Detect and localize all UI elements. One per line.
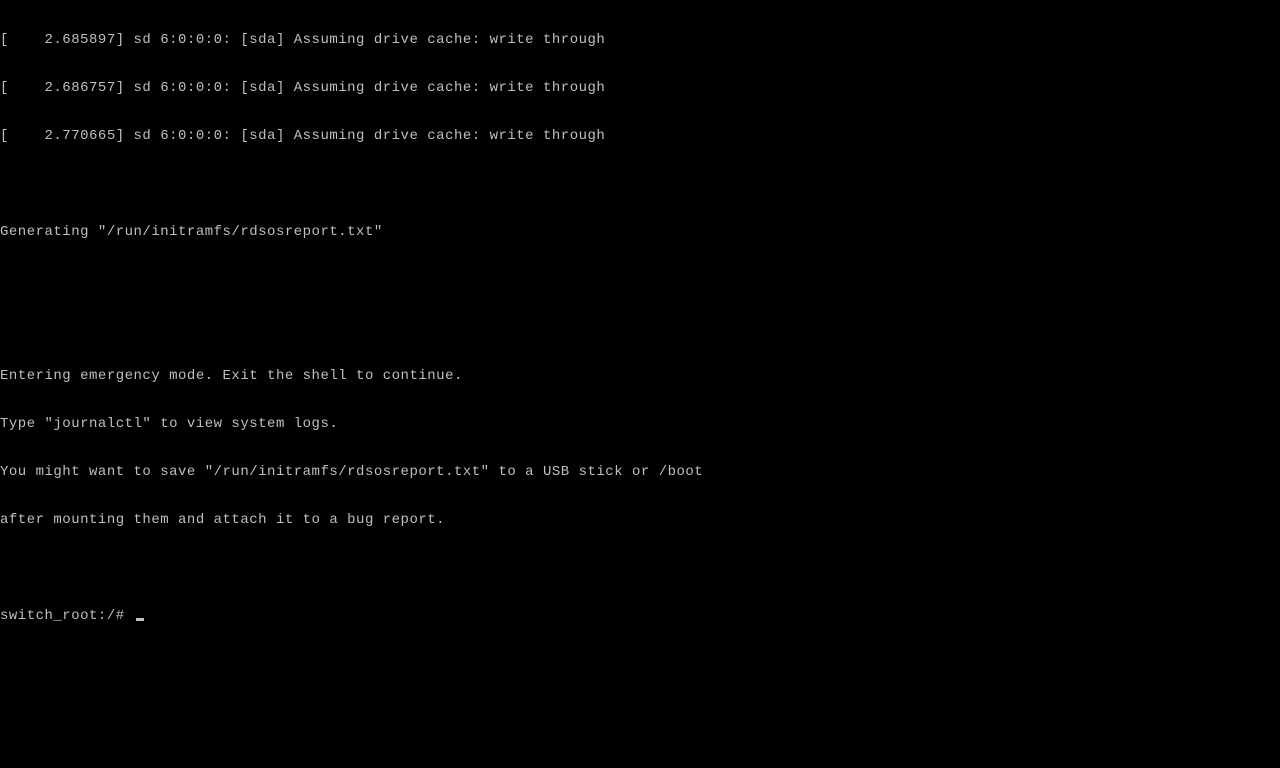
shell-prompt-line[interactable]: switch_root:/# xyxy=(0,608,1280,624)
blank-line xyxy=(0,272,1280,288)
shell-prompt-text: switch_root:/# xyxy=(0,608,134,624)
emergency-mode-line: Entering emergency mode. Exit the shell … xyxy=(0,368,1280,384)
blank-line xyxy=(0,560,1280,576)
kernel-log-line: [ 2.770665] sd 6:0:0:0: [sda] Assuming d… xyxy=(0,128,1280,144)
linux-console[interactable]: [ 2.685897] sd 6:0:0:0: [sda] Assuming d… xyxy=(0,0,1280,640)
kernel-log-line: [ 2.686757] sd 6:0:0:0: [sda] Assuming d… xyxy=(0,80,1280,96)
blank-line xyxy=(0,320,1280,336)
kernel-log-line: [ 2.685897] sd 6:0:0:0: [sda] Assuming d… xyxy=(0,32,1280,48)
emergency-mode-line: Type "journalctl" to view system logs. xyxy=(0,416,1280,432)
emergency-mode-line: after mounting them and attach it to a b… xyxy=(0,512,1280,528)
generating-report-line: Generating "/run/initramfs/rdsosreport.t… xyxy=(0,224,1280,240)
blank-line xyxy=(0,176,1280,192)
emergency-mode-line: You might want to save "/run/initramfs/r… xyxy=(0,464,1280,480)
cursor-icon xyxy=(136,618,144,621)
